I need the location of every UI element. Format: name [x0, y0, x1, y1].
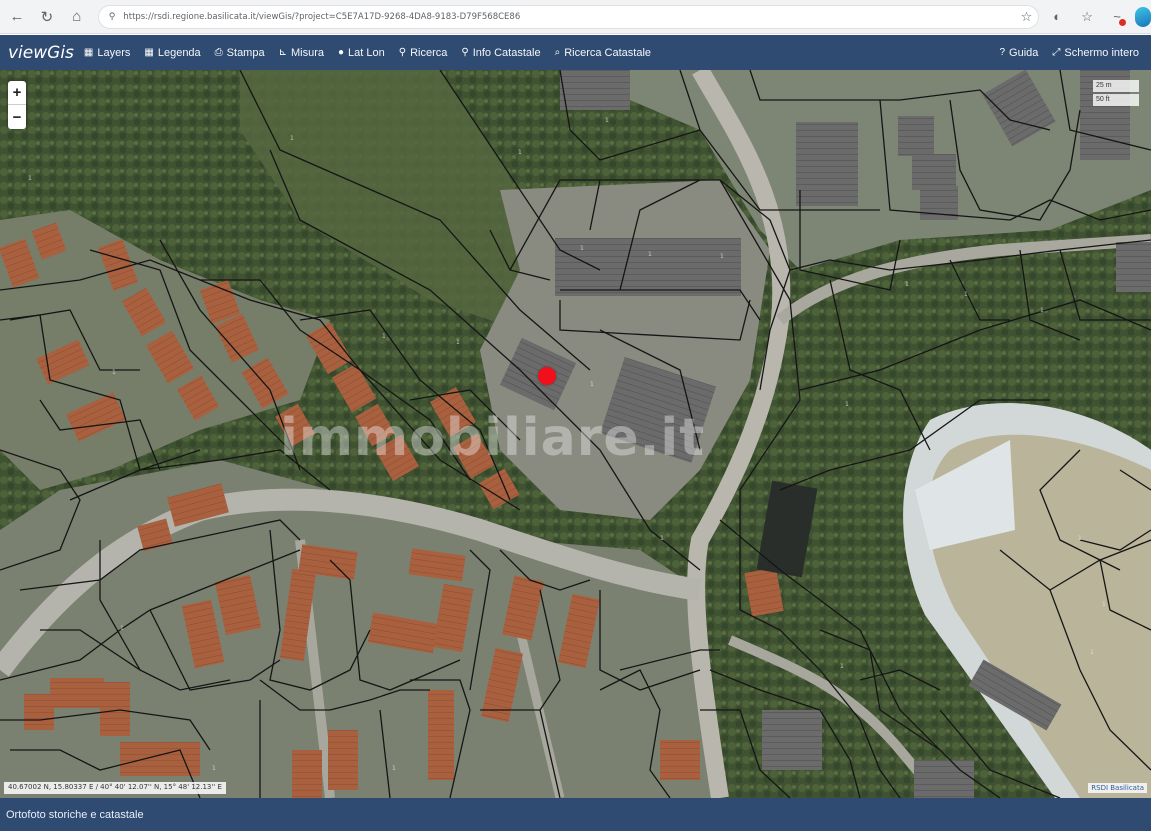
- reload-icon[interactable]: ↻: [34, 4, 60, 30]
- svg-text:1: 1: [720, 253, 724, 260]
- browser-toolbar: ← ↻ ⌂ ⚲ https://rsdi.regione.basilicata.…: [0, 0, 1151, 34]
- ricerca-catastale-label: Ricerca Catastale: [564, 46, 652, 59]
- svg-text:1: 1: [1102, 601, 1106, 608]
- lat-lon-button[interactable]: ● Lat Lon: [338, 47, 385, 59]
- pin-icon: ⚲: [461, 47, 469, 58]
- svg-text:1: 1: [590, 381, 594, 388]
- status-bar: Ortofoto storiche e catastale: [0, 798, 1151, 831]
- map-attribution[interactable]: RSDI Basilicata: [1088, 783, 1147, 793]
- svg-text:1: 1: [1040, 307, 1044, 314]
- svg-text:1: 1: [392, 765, 396, 772]
- active-layer-label: Ortofoto storiche e catastale: [6, 808, 144, 821]
- pin-icon: ⚲: [398, 47, 407, 58]
- svg-text:1: 1: [518, 149, 522, 156]
- schermo-intero-button[interactable]: ⤢ Schermo intero: [1052, 47, 1139, 59]
- layers-icon: ▦: [83, 47, 94, 58]
- misura-button[interactable]: ⊾ Misura: [279, 47, 324, 59]
- svg-text:1: 1: [648, 251, 652, 258]
- ricerca-catastale-button[interactable]: ⌕ Ricerca Catastale: [555, 47, 651, 59]
- guida-label: Guida: [1009, 46, 1039, 59]
- legenda-button[interactable]: ▦ Legenda: [144, 47, 200, 59]
- schermo-intero-label: Schermo intero: [1064, 46, 1139, 59]
- svg-text:1: 1: [120, 625, 124, 632]
- layers-button[interactable]: ▦ Layers: [84, 47, 130, 59]
- svg-text:1: 1: [290, 135, 294, 142]
- profile-icon[interactable]: [1135, 6, 1151, 27]
- svg-text:1: 1: [964, 291, 968, 298]
- legenda-label: Legenda: [157, 46, 201, 59]
- app-toolbar: viewGis ▦ Layers ▦ Legenda ⎙ Stampa ⊾ Misura…: [0, 35, 1151, 70]
- star-icon[interactable]: ☆: [1021, 10, 1033, 25]
- print-icon: ⎙: [214, 47, 223, 58]
- svg-text:1: 1: [1090, 649, 1094, 656]
- alert-extension-icon[interactable]: ~: [1105, 5, 1129, 29]
- search-icon: ⌕: [554, 47, 561, 58]
- svg-text:1: 1: [845, 401, 849, 408]
- ricerca-label: Ricerca: [410, 46, 448, 59]
- measure-icon: ⊾: [278, 47, 287, 58]
- help-icon: ?: [999, 47, 1006, 58]
- fullscreen-icon: ⤢: [1052, 47, 1061, 58]
- svg-text:1: 1: [28, 175, 32, 182]
- svg-text:1: 1: [968, 461, 972, 468]
- scale-indicator: 25 m 50 ft: [1093, 80, 1139, 108]
- svg-text:1: 1: [840, 663, 844, 670]
- svg-text:1: 1: [580, 245, 584, 252]
- back-icon[interactable]: ←: [4, 4, 30, 30]
- url-text: https://rsdi.regione.basilicata.it/viewG…: [123, 11, 521, 22]
- lat-lon-label: Lat Lon: [348, 46, 385, 59]
- info-catastale-button[interactable]: ⚲ Info Catastale: [461, 47, 540, 59]
- ricerca-button[interactable]: ⚲ Ricerca: [399, 47, 448, 59]
- home-icon[interactable]: ⌂: [64, 4, 90, 30]
- layers-label: Layers: [97, 46, 131, 59]
- legend-icon: ▦: [144, 47, 154, 58]
- svg-text:1: 1: [112, 369, 116, 376]
- svg-text:1: 1: [1078, 535, 1082, 542]
- svg-text:1: 1: [660, 535, 664, 542]
- zoom-in-button[interactable]: +: [8, 81, 26, 105]
- svg-text:1: 1: [605, 117, 609, 124]
- bookmark-star-icon[interactable]: ☆: [1075, 5, 1099, 29]
- stampa-label: Stampa: [226, 46, 265, 59]
- zoom-control: + −: [8, 81, 26, 129]
- stampa-button[interactable]: ⎙ Stampa: [215, 47, 265, 59]
- app-logo: viewGis: [8, 42, 74, 63]
- toolbar-right-group: ? Guida ⤢ Schermo intero: [999, 35, 1139, 70]
- scale-bottom-label: 50 ft: [1093, 94, 1139, 106]
- svg-text:1: 1: [212, 765, 216, 772]
- address-bar[interactable]: ⚲ https://rsdi.regione.basilicata.it/vie…: [97, 4, 1040, 29]
- coordinate-readout: 40.67002 N, 15.80337 E / 40° 40' 12.07''…: [4, 782, 226, 794]
- watermark: immobiliare.it: [280, 408, 706, 468]
- extension-icon[interactable]: ◐: [1045, 5, 1069, 29]
- location-marker[interactable]: [538, 367, 556, 385]
- svg-text:1: 1: [382, 333, 386, 340]
- svg-text:1: 1: [456, 339, 460, 346]
- scale-top-label: 25 m: [1093, 80, 1139, 92]
- map-canvas[interactable]: 1 1 1 1 1 1 1 1 1 1 1 1 1 1 1 1 1 1 1 1 1 1 1 1 25 m 50 …: [0, 70, 1151, 798]
- svg-text:1: 1: [905, 281, 909, 288]
- misura-label: Misura: [290, 46, 324, 59]
- guida-button[interactable]: ? Guida: [999, 47, 1038, 59]
- globe-icon: ●: [338, 47, 345, 58]
- lock-icon: ⚲: [108, 11, 116, 22]
- zoom-out-button[interactable]: −: [8, 105, 26, 129]
- info-catastale-label: Info Catastale: [472, 46, 541, 59]
